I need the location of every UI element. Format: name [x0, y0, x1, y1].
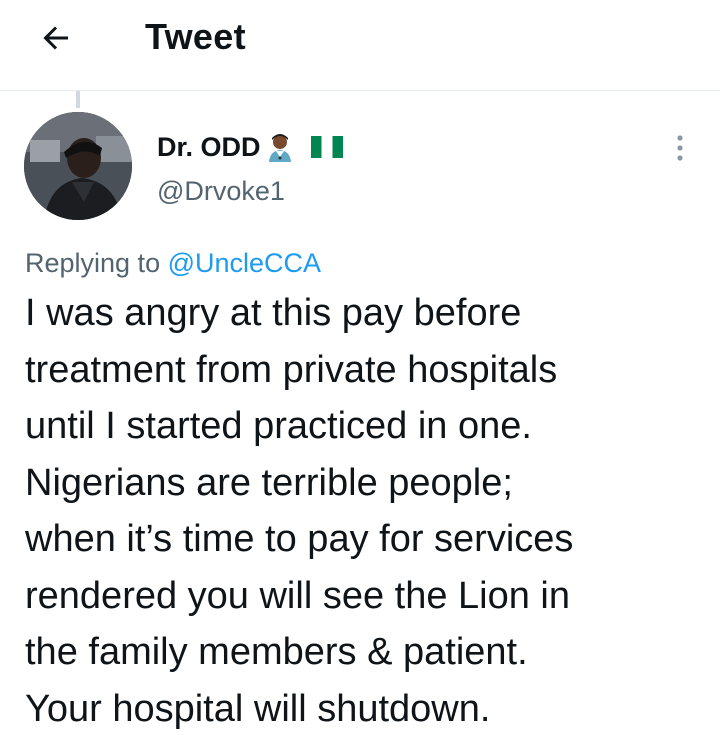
- thread-connector-line: [76, 91, 80, 108]
- profile-photo: [24, 112, 132, 220]
- replying-to-prefix: Replying to: [25, 248, 161, 278]
- replying-to-line: Replying to @UncleCCA: [25, 246, 321, 280]
- arrow-left-icon: [43, 26, 68, 50]
- more-options-button[interactable]: [664, 128, 696, 168]
- tweet-text-line: Nigerians are terrible people;: [25, 461, 513, 504]
- back-button[interactable]: [30, 16, 82, 60]
- top-bar: Tweet: [0, 0, 720, 91]
- replying-to-handle-link[interactable]: @UncleCCA: [168, 248, 321, 278]
- author-handle[interactable]: @Drvoke1: [157, 174, 285, 208]
- tweet-detail-page: Tweet Dr. ODD @Drvoke1 Replying to @Uncl…: [0, 0, 720, 735]
- tweet-text-line: until I started practiced in one.: [25, 405, 532, 447]
- author-name-row[interactable]: Dr. ODD: [157, 130, 343, 164]
- tweet-text-line: Your hospital will shutdown.: [25, 687, 491, 730]
- page-title: Tweet: [145, 16, 246, 57]
- avatar[interactable]: [24, 112, 132, 220]
- tweet-text-line: the family members & patient.: [25, 631, 528, 673]
- more-vertical-icon: [677, 135, 683, 161]
- tweet-text-line: rendered you will see the Lion in: [25, 574, 571, 617]
- tweet-text-line: I was angry at this pay before: [25, 292, 522, 334]
- author-display-name: Dr. ODD: [157, 132, 261, 162]
- tweet-text-line: treatment from private hospitals: [25, 348, 558, 391]
- tweet-text-line: when it’s time to pay for services: [25, 518, 574, 560]
- health-worker-emoji-icon: [265, 132, 295, 162]
- nigeria-flag-icon: [310, 135, 343, 159]
- tweet-body: I was angry at this pay before treatment…: [25, 285, 705, 735]
